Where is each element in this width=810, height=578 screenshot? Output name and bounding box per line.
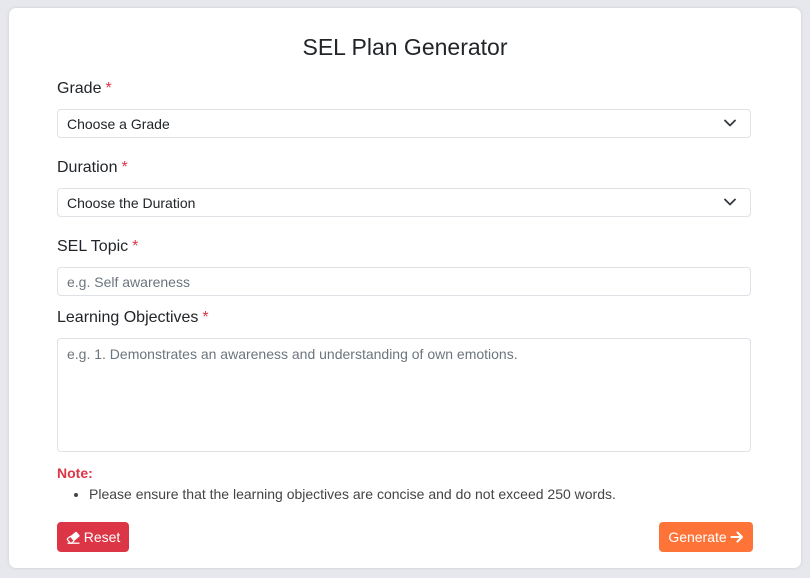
generate-button[interactable]: Generate: [659, 522, 753, 552]
chevron-down-icon: [724, 119, 736, 127]
eraser-icon: [66, 531, 80, 544]
duration-select-value: Choose the Duration: [67, 194, 196, 211]
generate-button-label: Generate: [668, 529, 727, 545]
note-list: Please ensure that the learning objectiv…: [57, 486, 616, 502]
note-title: Note:: [57, 465, 93, 481]
note-item: Please ensure that the learning objectiv…: [89, 486, 616, 502]
required-asterisk: *: [202, 309, 209, 326]
grade-label: Grade *: [57, 80, 112, 98]
topic-label-text: SEL Topic: [57, 238, 129, 255]
topic-label: SEL Topic *: [57, 238, 138, 256]
required-asterisk: *: [105, 80, 112, 97]
grade-select[interactable]: Choose a Grade: [57, 109, 751, 138]
grade-select-value: Choose a Grade: [67, 115, 170, 132]
objectives-textarea[interactable]: [57, 338, 751, 452]
grade-label-text: Grade: [57, 80, 102, 97]
objectives-label-text: Learning Objectives: [57, 309, 199, 326]
objectives-label: Learning Objectives *: [57, 309, 209, 327]
chevron-down-icon: [724, 198, 736, 206]
duration-select[interactable]: Choose the Duration: [57, 188, 751, 217]
reset-button[interactable]: Reset: [57, 522, 129, 552]
duration-label-text: Duration: [57, 159, 118, 176]
required-asterisk: *: [132, 238, 139, 255]
duration-label: Duration *: [57, 159, 128, 177]
form-card: SEL Plan Generator Grade * Choose a Grade…: [9, 8, 801, 568]
arrow-right-icon: [730, 531, 743, 543]
topic-input[interactable]: [57, 267, 751, 296]
reset-button-label: Reset: [83, 529, 121, 545]
required-asterisk: *: [121, 159, 128, 176]
page-title: SEL Plan Generator: [302, 34, 508, 60]
